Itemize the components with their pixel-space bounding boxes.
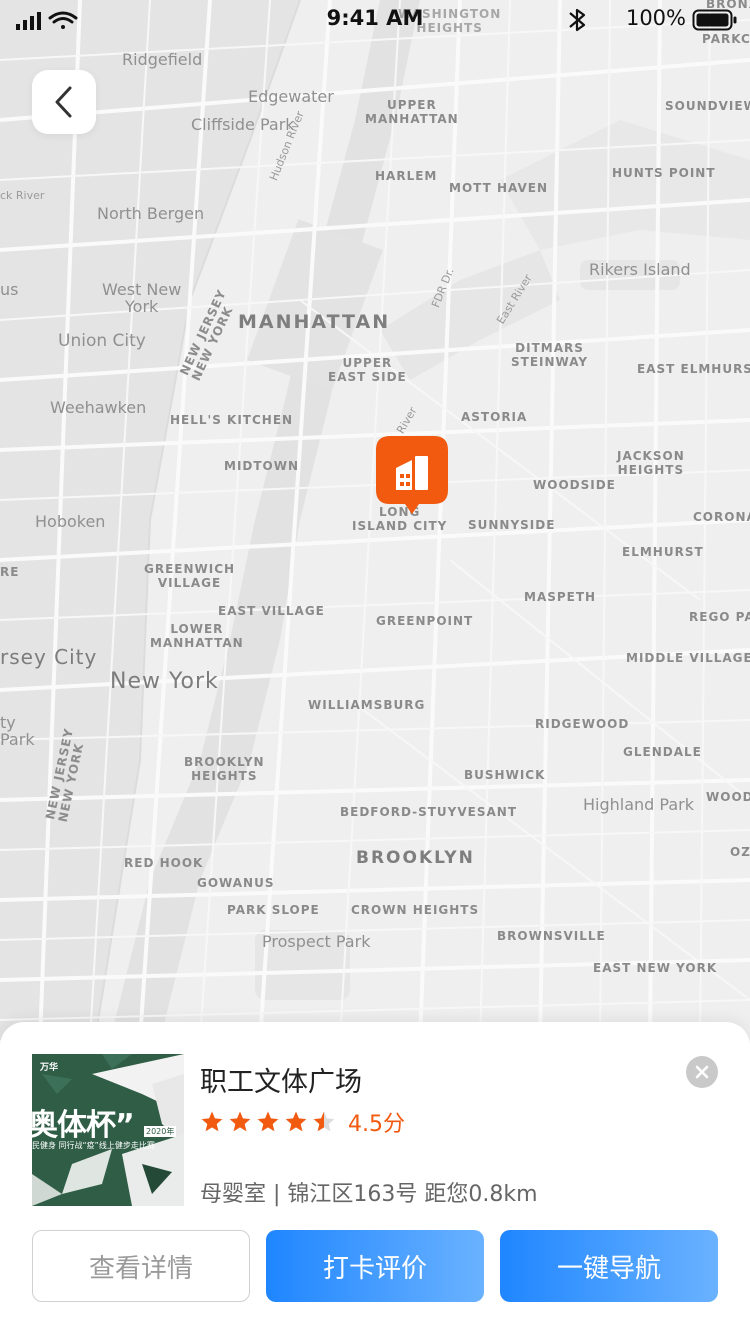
star-icon (229, 1111, 251, 1132)
map-label: WOODSIDE (533, 478, 616, 492)
thumbnail-year: 2020年 (144, 1126, 177, 1137)
map-label: BROOKLYN HEIGHTS (184, 755, 265, 783)
battery-icon (692, 9, 737, 31)
place-card: 万华 奥体杯” 2020年 民健身 同行战“疫”线上健步走比赛 职工文体广场 4… (0, 1022, 750, 1334)
map-label: LOWER MANHATTAN (150, 622, 244, 650)
thumbnail-subline: 民健身 同行战“疫”线上健步走比赛 (32, 1141, 155, 1150)
map-label: BROWNSVILLE (497, 929, 606, 943)
place-title: 职工文体广场 (200, 1067, 362, 1098)
map-label: BUSHWICK (464, 768, 546, 782)
close-icon (695, 1065, 709, 1079)
bluetooth-icon (569, 8, 586, 32)
battery-percent: 100% (625, 6, 686, 30)
map-label: PARK SLOPE (227, 903, 320, 917)
back-button[interactable] (32, 70, 96, 134)
map-label: MIDTOWN (224, 459, 300, 473)
chevron-left-icon (55, 86, 72, 118)
thumbnail-headline: 奥体杯” (32, 1108, 135, 1143)
map-label: MIDDLE VILLAGE (626, 651, 750, 665)
map-label: ELMHURST (622, 545, 704, 559)
map-label: ck River (0, 189, 45, 202)
map-label: GLENDALE (623, 745, 702, 759)
rating-row: 4.5分 (200, 1106, 405, 1138)
map-label: MANHATTAN (238, 311, 391, 333)
map-label: Prospect Park (262, 932, 371, 951)
building-pin-icon (376, 436, 448, 514)
map-label: CROWN HEIGHTS (351, 903, 480, 917)
place-thumbnail[interactable]: 万华 奥体杯” 2020年 民健身 同行战“疫”线上健步走比赛 (32, 1054, 184, 1206)
map-label: EAST ELMHURST (637, 362, 750, 376)
map-label: Edgewater (248, 87, 334, 106)
map-label: West New York (102, 280, 182, 316)
map-label: North Bergen (97, 204, 205, 223)
star-icon (257, 1111, 279, 1132)
map-label: WOOD (706, 790, 750, 804)
map-label: Rikers Island (589, 260, 691, 279)
map-label: CORONA (693, 510, 750, 524)
map-label: EAST NEW YORK (593, 961, 718, 975)
location-marker[interactable] (376, 436, 448, 518)
map-label: Ridgefield (122, 50, 203, 69)
star-icon (201, 1111, 223, 1132)
map-label: OZ (730, 845, 750, 859)
map-label: RED HOOK (124, 856, 204, 870)
map-label: us (0, 280, 19, 299)
map-label: GOWANUS (197, 876, 275, 890)
map-label: JACKSON HEIGHTS (617, 449, 685, 477)
map-label: SOUNDVIEW (665, 99, 750, 113)
map-view[interactable]: Ridgefield Edgewater Cliffside Park Nort… (0, 0, 750, 1040)
map-label: EAST VILLAGE (218, 604, 325, 618)
map-label: DITMARS STEINWAY (511, 341, 589, 369)
map-label: HUNTS POINT (612, 166, 716, 180)
map-label: BEDFORD-STUYVESANT (340, 805, 518, 819)
map-label: New York (110, 669, 219, 694)
star-icon (285, 1111, 307, 1132)
map-label: REGO PA (689, 610, 750, 624)
close-button[interactable] (686, 1056, 718, 1088)
map-label: Hoboken (35, 512, 106, 531)
map-label: Highland Park (583, 795, 694, 814)
thumbnail-brand: 万华 (40, 1063, 59, 1073)
map-label: ASTORIA (461, 410, 528, 424)
map-label: Cliffside Park (191, 115, 295, 134)
map-label: ty Park (0, 713, 35, 749)
map-label: HELL'S KITCHEN (170, 413, 294, 427)
map-label: RIDGEWOOD (535, 717, 630, 731)
rating-stars (200, 1110, 340, 1134)
rating-score: 4.5分 (348, 1112, 405, 1137)
checkin-review-button[interactable]: 打卡评价 (266, 1230, 484, 1302)
map-label: GREENPOINT (376, 614, 474, 628)
map-label: BROOKLYN (356, 848, 475, 868)
status-bar: 9:41 AM 100% (0, 0, 750, 40)
view-details-button[interactable]: 查看详情 (32, 1230, 250, 1302)
map-label: MASPETH (524, 590, 597, 604)
map-label: GREENWICH VILLAGE (144, 562, 236, 590)
map-label: SUNNYSIDE (468, 518, 556, 532)
status-right (569, 8, 740, 36)
place-info: 母婴室 | 锦江区163号 距您0.8km (200, 1182, 538, 1207)
navigate-button[interactable]: 一键导航 (500, 1230, 718, 1302)
map-label: rsey City (0, 645, 98, 669)
map-label: UPPER EAST SIDE (328, 356, 407, 384)
map-label: Union City (58, 331, 146, 351)
map-label: RE (0, 565, 20, 579)
map-label: HARLEM (375, 169, 438, 183)
map-label: WILLIAMSBURG (308, 698, 426, 712)
map-label: UPPER MANHATTAN (365, 98, 459, 126)
map-label: MOTT HAVEN (449, 181, 549, 195)
map-label: Weehawken (50, 398, 147, 417)
star-icon (313, 1111, 335, 1132)
